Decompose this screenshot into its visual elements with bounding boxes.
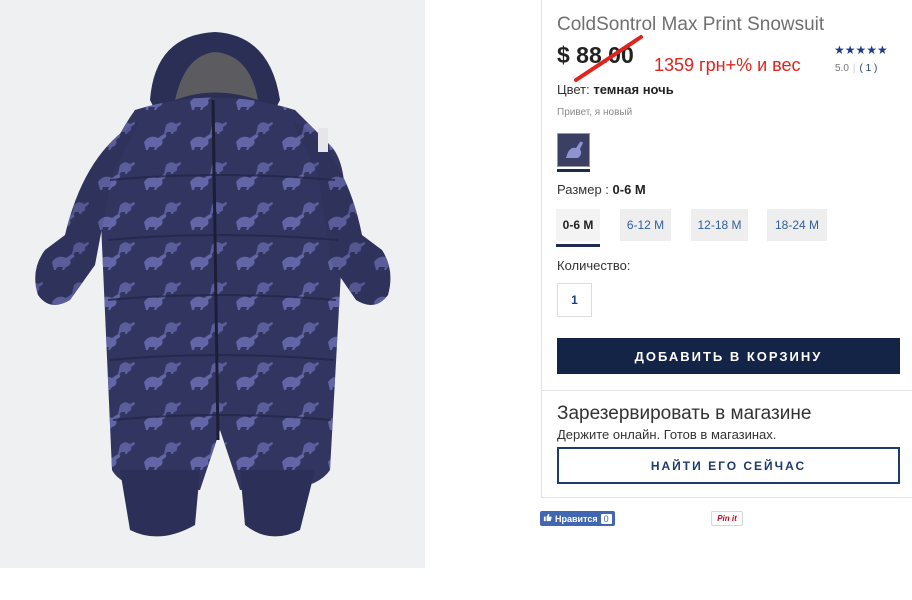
- like-label: Нравится: [555, 513, 598, 524]
- price-strike-mark: [574, 35, 643, 82]
- size-option-6-12m[interactable]: 6-12 M: [620, 209, 671, 241]
- size-label: Размер :: [557, 182, 609, 197]
- rating-summary: 5.0 |( 1 ): [835, 63, 878, 74]
- reserve-subtitle: Держите онлайн. Готов в магазинах.: [557, 427, 777, 442]
- section-divider: [542, 390, 912, 391]
- color-selection: Цвет: темная ночь: [557, 82, 674, 97]
- quantity-label: Количество:: [557, 258, 631, 273]
- snowsuit-illustration: [35, 32, 391, 537]
- add-to-cart-button[interactable]: ДОБАВИТЬ В КОРЗИНУ: [557, 338, 900, 374]
- rating-stars[interactable]: ★★★★★: [834, 43, 888, 57]
- reserve-title: Зарезервировать в магазине: [557, 403, 812, 424]
- pinterest-pin-button[interactable]: Pin it: [711, 511, 743, 526]
- review-count-link[interactable]: ( 1 ): [860, 63, 878, 74]
- size-option-18-24m[interactable]: 18-24 M: [767, 209, 827, 241]
- size-selection: Размер : 0-6 M: [557, 182, 646, 197]
- product-image[interactable]: [0, 0, 425, 568]
- color-value: темная ночь: [593, 82, 674, 97]
- new-badge-text: Привет, я новый: [557, 107, 633, 118]
- size-option-12-18m[interactable]: 12-18 M: [691, 209, 748, 241]
- rating-value: 5.0: [835, 63, 849, 74]
- size-value: 0-6 M: [612, 182, 646, 197]
- swatch-dino-icon: [566, 141, 583, 158]
- size-option-0-6m[interactable]: 0-6 M: [556, 209, 600, 241]
- swatch-selected-indicator: [557, 169, 590, 172]
- facebook-like-button[interactable]: Нравится 0: [540, 511, 615, 526]
- quantity-input[interactable]: 1: [557, 283, 592, 317]
- find-in-store-button[interactable]: НАЙТИ ЕГО СЕЙЧАС: [557, 447, 900, 484]
- color-label: Цвет:: [557, 82, 590, 97]
- size-selected-indicator: [556, 244, 600, 247]
- thumbs-up-icon: [543, 513, 552, 524]
- color-swatch[interactable]: [557, 133, 590, 167]
- price-annotation: 1359 грн+% и вес: [654, 55, 801, 75]
- like-count: 0: [600, 513, 612, 524]
- product-title: ColdSontrol Max Print Snowsuit: [557, 14, 825, 35]
- product-details-panel: ColdSontrol Max Print Snowsuit $ 88.00 1…: [541, 0, 912, 498]
